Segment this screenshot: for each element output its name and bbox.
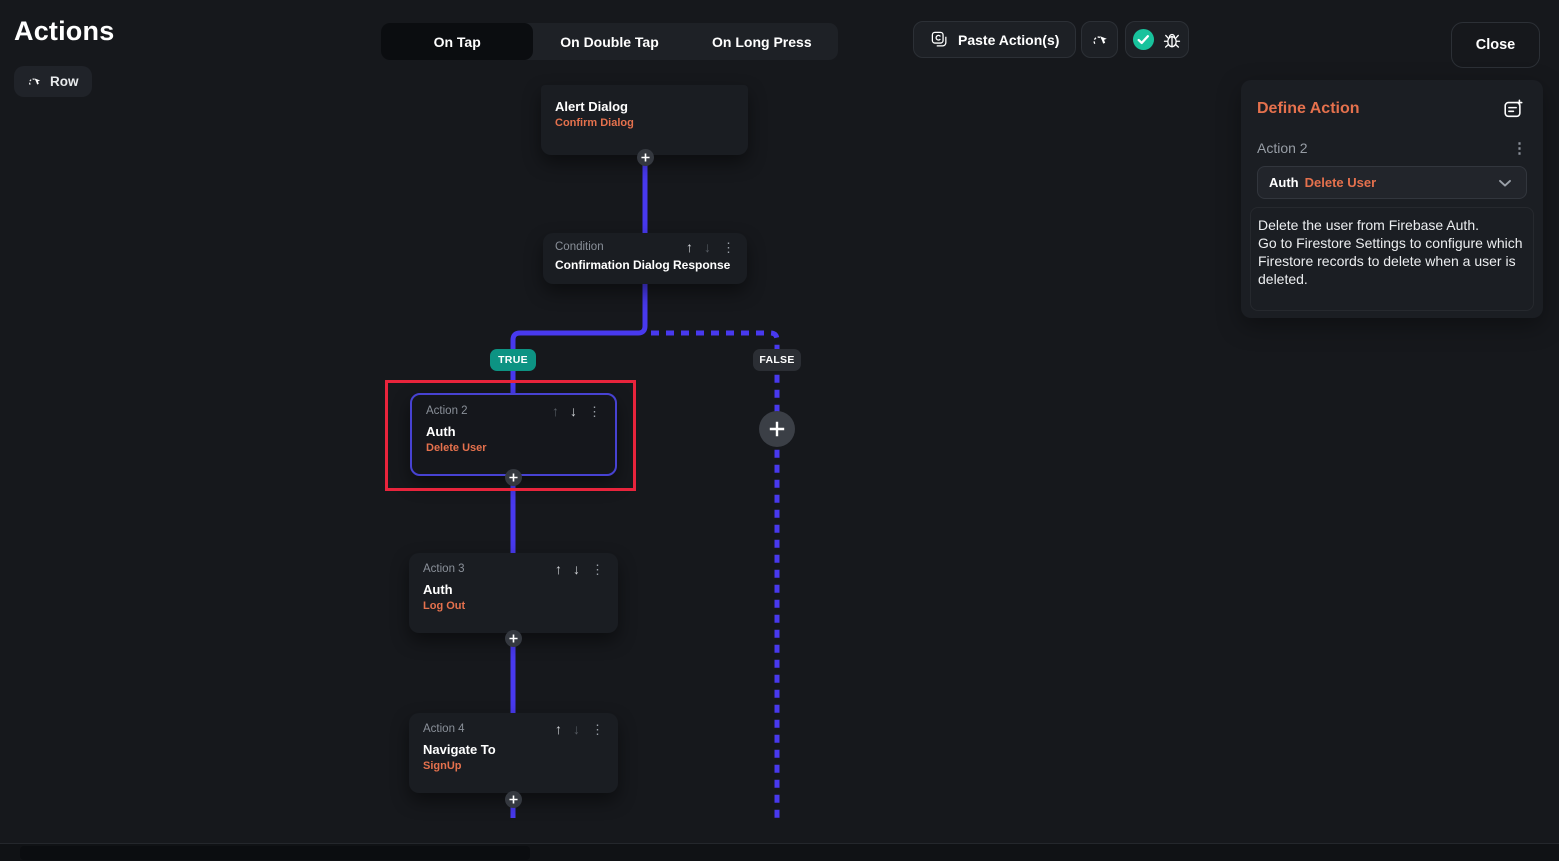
- horizontal-scrollbar-track[interactable]: [0, 843, 1559, 861]
- move-up-icon[interactable]: ↑: [686, 240, 693, 254]
- node-action-3-auth-log-out[interactable]: Action 3 ↑ ↓ ⋮ Auth Log Out: [409, 553, 618, 633]
- node-options-kebab-icon[interactable]: ⋮: [591, 723, 604, 736]
- node-subtitle: Log Out: [423, 600, 466, 612]
- action-flow-editor: Actions Row On Tap On Double Tap On Long…: [0, 0, 1559, 861]
- node-action-2-auth-delete-user[interactable]: Action 2 ↑ ↓ ⋮ Auth Delete User: [410, 393, 617, 476]
- node-title: Auth: [426, 424, 456, 439]
- move-up-icon[interactable]: ↑: [552, 404, 559, 418]
- node-action-4-navigate-to-signup[interactable]: Action 4 ↑ ↓ ⋮ Navigate To SignUp: [409, 713, 618, 793]
- node-condition[interactable]: Condition ↑ ↓ ⋮ Confirmation Dialog Resp…: [543, 233, 747, 284]
- move-down-icon[interactable]: ↓: [570, 404, 577, 418]
- node-subtitle: Delete User: [426, 442, 487, 454]
- move-up-icon[interactable]: ↑: [555, 722, 562, 736]
- node-options-kebab-icon[interactable]: ⋮: [588, 405, 601, 418]
- node-title: Navigate To: [423, 742, 496, 757]
- false-branch-badge: FALSE: [753, 349, 801, 371]
- add-false-branch-action-button[interactable]: [759, 411, 795, 447]
- move-down-icon[interactable]: ↓: [573, 722, 580, 736]
- add-action-plus-button[interactable]: [636, 148, 654, 166]
- node-label: Action 3: [423, 563, 465, 575]
- add-action-plus-button[interactable]: [504, 629, 522, 647]
- node-label: Action 2: [426, 405, 468, 417]
- node-alert-dialog[interactable]: Alert Dialog Confirm Dialog: [541, 85, 748, 155]
- node-options-kebab-icon[interactable]: ⋮: [722, 241, 735, 254]
- move-up-icon[interactable]: ↑: [555, 562, 562, 576]
- move-down-icon[interactable]: ↓: [704, 240, 711, 254]
- horizontal-scrollbar-thumb[interactable]: [20, 846, 530, 860]
- node-subtitle: Confirm Dialog: [555, 117, 634, 129]
- true-branch-badge: TRUE: [490, 349, 536, 371]
- node-title: Alert Dialog: [555, 99, 628, 114]
- move-down-icon[interactable]: ↓: [573, 562, 580, 576]
- node-subtitle: SignUp: [423, 760, 462, 772]
- node-label: Condition: [555, 241, 604, 253]
- add-action-plus-button[interactable]: [504, 469, 522, 486]
- node-options-kebab-icon[interactable]: ⋮: [591, 563, 604, 576]
- node-title: Confirmation Dialog Response: [555, 258, 731, 272]
- node-title: Auth: [423, 582, 453, 597]
- node-label: Action 4: [423, 723, 465, 735]
- add-action-plus-button[interactable]: [504, 790, 522, 808]
